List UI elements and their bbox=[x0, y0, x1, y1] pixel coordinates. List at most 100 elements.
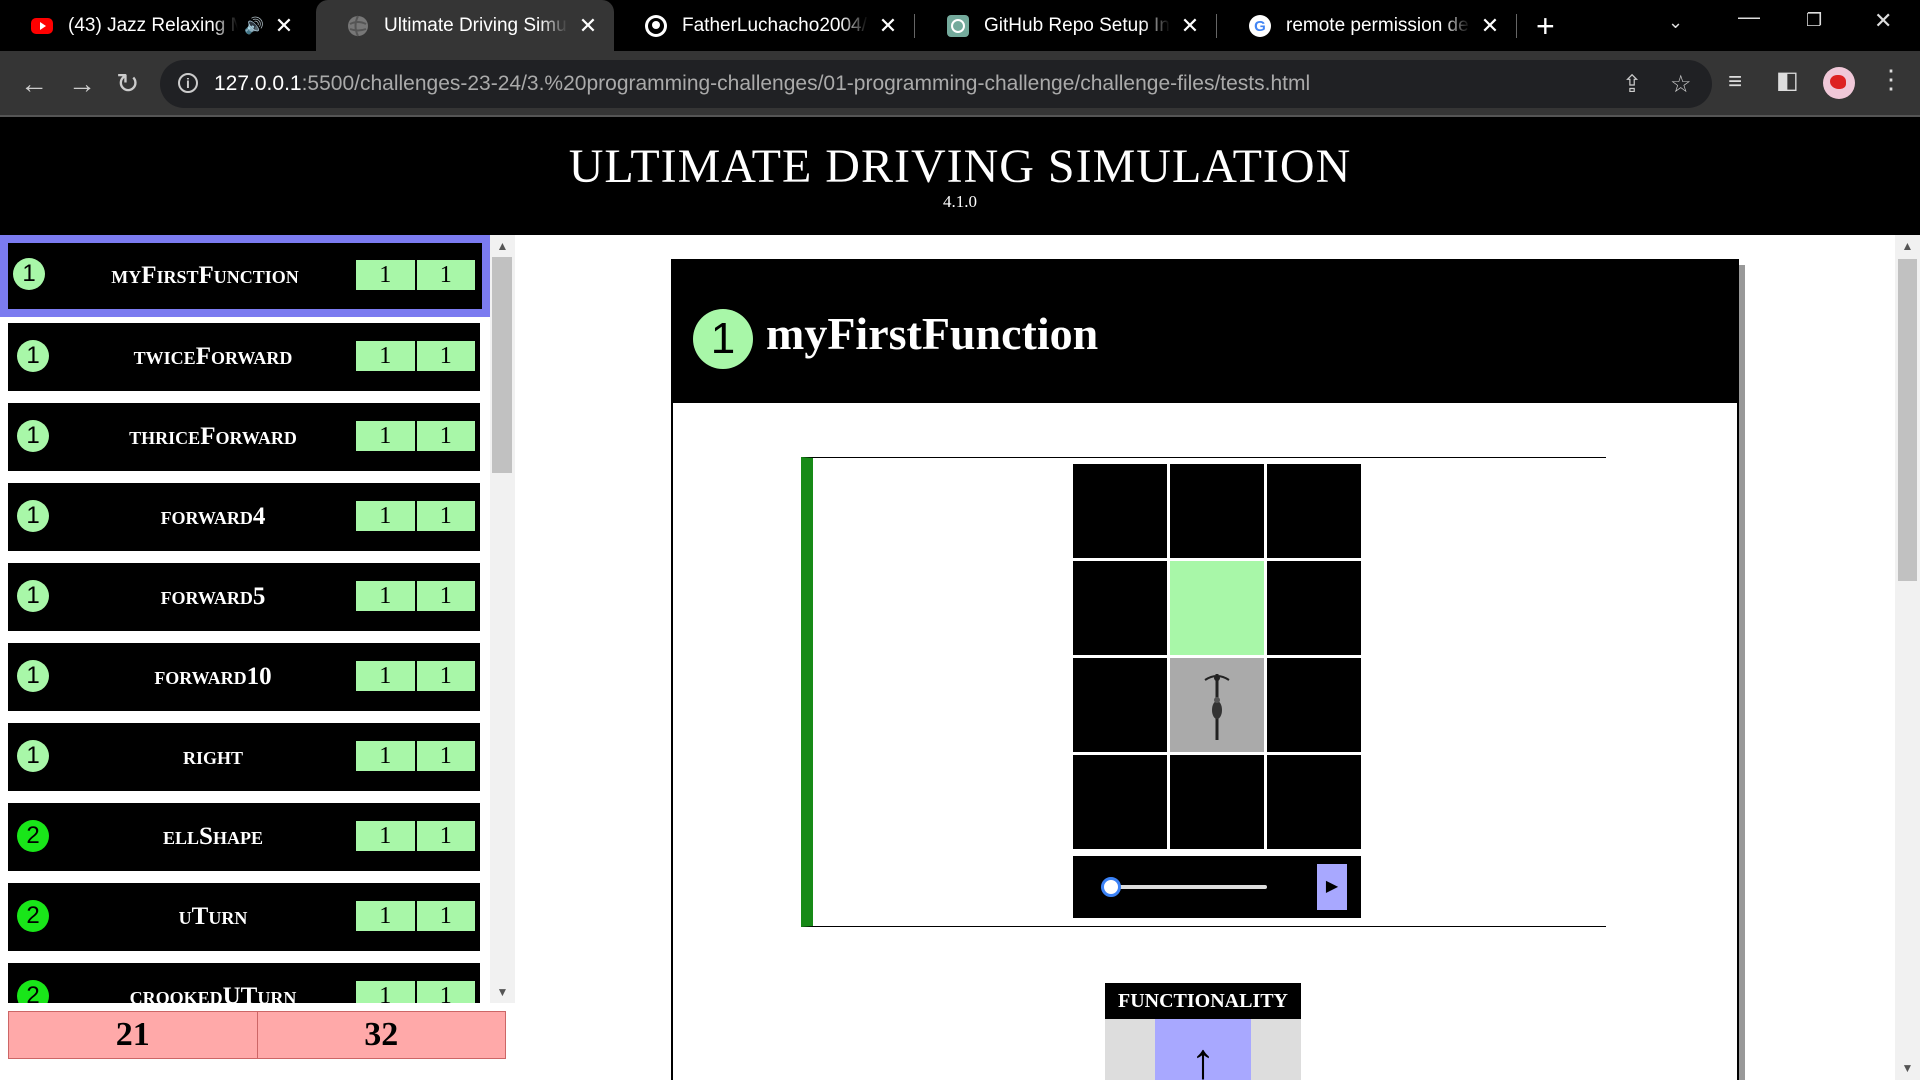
level-badge: 2 bbox=[17, 980, 49, 1003]
challenge-score: 11 bbox=[356, 661, 475, 691]
side-panel-icon[interactable]: ◧ bbox=[1776, 66, 1799, 95]
challenge-item-uTurn[interactable]: 2 uTurn 11 bbox=[8, 883, 480, 951]
speaker-icon[interactable]: 🔊 bbox=[244, 16, 264, 36]
scroll-thumb[interactable] bbox=[492, 257, 512, 473]
chatgpt-icon bbox=[947, 14, 969, 37]
level-badge: 1 bbox=[17, 580, 49, 612]
grid-cell bbox=[1267, 561, 1361, 655]
close-tab-icon[interactable]: ✕ bbox=[270, 13, 298, 39]
tab-title: remote permission denied bbox=[1286, 14, 1470, 36]
challenge-name: myFirstFunction bbox=[111, 262, 299, 289]
level-badge: 1 bbox=[17, 500, 49, 532]
tab-google[interactable]: G remote permission denied ✕ bbox=[1218, 0, 1516, 51]
total-left: 21 bbox=[9, 1012, 258, 1058]
close-tab-icon[interactable]: ✕ bbox=[1176, 13, 1204, 39]
grid-cell bbox=[1073, 464, 1167, 558]
grid-cell bbox=[1073, 561, 1167, 655]
challenge-item-ellShape[interactable]: 2 ellShape 11 bbox=[8, 803, 480, 871]
total-right: 32 bbox=[257, 1012, 505, 1058]
level-badge: 2 bbox=[17, 820, 49, 852]
tab-driving-sim[interactable]: Ultimate Driving Simulation ✕ bbox=[316, 0, 614, 51]
url-text: 127.0.0.1:5500/challenges-23-24/3.%20pro… bbox=[214, 72, 1311, 95]
playback-slider-knob[interactable] bbox=[1101, 877, 1121, 897]
challenge-item-myFirstFunction[interactable]: 1 myFirstFunction 11 bbox=[0, 235, 490, 317]
challenge-score: 11 bbox=[356, 981, 475, 1003]
challenge-score: 11 bbox=[356, 260, 475, 290]
youtube-icon bbox=[31, 17, 53, 34]
menu-kebab-icon[interactable]: ⋮ bbox=[1878, 64, 1904, 95]
tab-title: FatherLuchacho2004/challenges bbox=[682, 14, 868, 36]
test-case: ▶ bbox=[801, 457, 1606, 927]
version-label: 4.1.0 bbox=[943, 192, 977, 211]
scroll-up-icon[interactable]: ▲ bbox=[1895, 239, 1920, 253]
challenge-name: forward10 bbox=[154, 663, 272, 690]
challenge-item-crookedUTurn[interactable]: 2 crookedUTurn 11 bbox=[8, 963, 480, 1003]
challenge-item-forward10[interactable]: 1 forward10 11 bbox=[8, 643, 480, 711]
challenge-name: twiceForward bbox=[133, 343, 293, 370]
share-icon[interactable]: ⇪ bbox=[1622, 70, 1642, 99]
road-grid bbox=[1073, 464, 1361, 849]
close-tab-icon[interactable]: ✕ bbox=[1476, 13, 1504, 39]
scroll-up-icon[interactable]: ▲ bbox=[490, 239, 515, 253]
grid-cell bbox=[1073, 658, 1167, 752]
challenge-score: 11 bbox=[356, 501, 475, 531]
tab-search-chevron-icon[interactable]: ⌄ bbox=[1668, 12, 1683, 33]
level-badge: 1 bbox=[17, 340, 49, 372]
score-totals: 21 32 bbox=[8, 1011, 506, 1059]
bicycle-icon bbox=[1204, 674, 1230, 740]
grid-cell bbox=[1170, 755, 1264, 849]
close-window-icon[interactable]: ✕ bbox=[1874, 8, 1892, 34]
challenge-name: uTurn bbox=[178, 903, 248, 930]
level-badge: 1 bbox=[17, 660, 49, 692]
challenge-item-twiceForward[interactable]: 1 twiceForward 11 bbox=[8, 323, 480, 391]
github-icon bbox=[645, 14, 667, 37]
level-badge: 2 bbox=[17, 900, 49, 932]
bookmark-star-icon[interactable]: ☆ bbox=[1670, 70, 1692, 99]
tab-chatgpt[interactable]: GitHub Repo Setup Instructions ✕ bbox=[916, 0, 1216, 51]
scroll-down-icon[interactable]: ▼ bbox=[1895, 1061, 1920, 1075]
playback-controls: ▶ bbox=[1073, 856, 1361, 918]
challenge-item-thriceForward[interactable]: 1 thriceForward 11 bbox=[8, 403, 480, 471]
challenge-score: 11 bbox=[356, 821, 475, 851]
back-icon[interactable]: ← bbox=[20, 69, 48, 99]
challenge-item-forward5[interactable]: 1 forward5 11 bbox=[8, 563, 480, 631]
restore-icon[interactable]: ❐ bbox=[1806, 10, 1822, 31]
play-button[interactable]: ▶ bbox=[1317, 864, 1347, 910]
forward-arrow-icon[interactable]: ↑ bbox=[1155, 1019, 1251, 1080]
address-bar[interactable]: i 127.0.0.1:5500/challenges-23-24/3.%20p… bbox=[160, 60, 1712, 108]
tab-youtube[interactable]: (43) Jazz Relaxing Music 🔊 ✕ bbox=[0, 0, 310, 51]
site-info-icon[interactable]: i bbox=[178, 73, 198, 93]
profile-avatar[interactable] bbox=[1823, 67, 1855, 99]
challenge-sidebar: 1 myFirstFunction 11 1 twiceForward 11 1… bbox=[0, 235, 515, 1080]
tab-title: Ultimate Driving Simulation bbox=[384, 14, 568, 36]
playback-slider-track[interactable] bbox=[1113, 885, 1267, 889]
challenge-item-forward4[interactable]: 1 forward4 11 bbox=[8, 483, 480, 551]
google-icon: G bbox=[1249, 14, 1271, 37]
main-scrollbar[interactable]: ▲ ▼ bbox=[1895, 235, 1920, 1080]
grid-cell bbox=[1267, 464, 1361, 558]
challenge-item-right[interactable]: 1 right 11 bbox=[8, 723, 480, 791]
scroll-down-icon[interactable]: ▼ bbox=[490, 985, 515, 999]
level-badge: 1 bbox=[693, 309, 753, 369]
close-tab-icon[interactable]: ✕ bbox=[574, 13, 602, 39]
challenge-name: forward5 bbox=[160, 583, 266, 610]
goal-cell bbox=[1170, 561, 1264, 655]
challenge-score: 11 bbox=[356, 581, 475, 611]
minimize-icon[interactable]: — bbox=[1738, 4, 1760, 30]
challenge-card: 1 myFirstFunction ▶ FUNCTIONALITY ↑ bbox=[671, 259, 1739, 1080]
challenge-score: 11 bbox=[356, 741, 475, 771]
tab-title: GitHub Repo Setup Instructions bbox=[984, 14, 1170, 36]
new-tab-button[interactable]: + bbox=[1536, 8, 1555, 45]
level-badge: 1 bbox=[17, 420, 49, 452]
card-header: 1 myFirstFunction bbox=[673, 261, 1737, 403]
challenge-name: right bbox=[182, 743, 243, 770]
media-control-icon[interactable]: ≡ bbox=[1728, 68, 1742, 96]
sidebar-scrollbar[interactable]: ▲ ▼ bbox=[490, 235, 515, 1003]
tab-github[interactable]: FatherLuchacho2004/challenges ✕ bbox=[614, 0, 914, 51]
challenge-score: 11 bbox=[356, 341, 475, 371]
challenge-score: 11 bbox=[356, 421, 475, 451]
scroll-thumb[interactable] bbox=[1898, 259, 1917, 581]
close-tab-icon[interactable]: ✕ bbox=[874, 13, 902, 39]
reload-icon[interactable]: ↻ bbox=[116, 69, 139, 99]
forward-icon[interactable]: → bbox=[68, 69, 96, 99]
